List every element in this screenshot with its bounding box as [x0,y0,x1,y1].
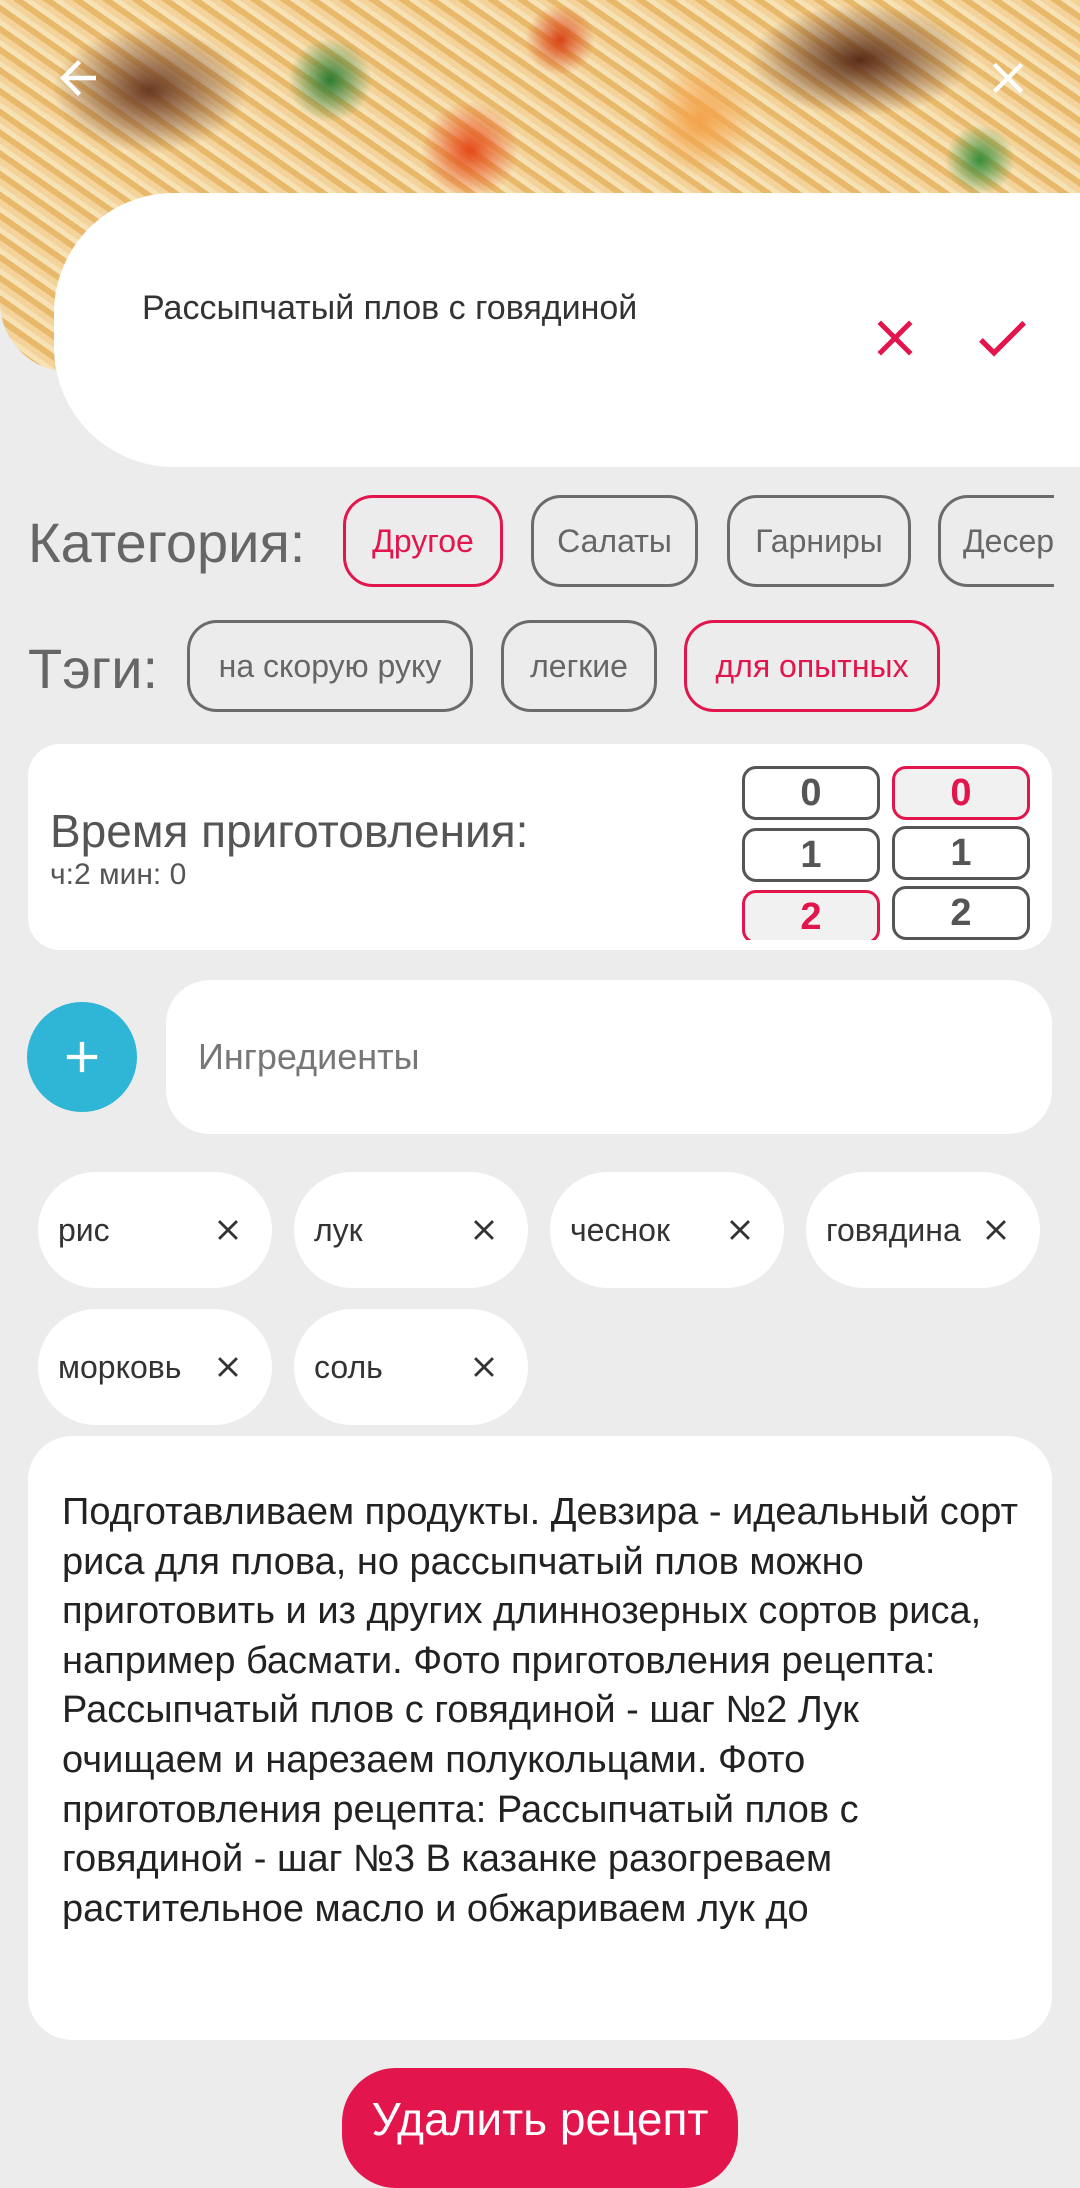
ingredient-input[interactable] [166,980,1052,1134]
close-icon [877,320,913,356]
cancel-title-button[interactable] [862,305,928,371]
ingredient-chip-label: чеснок [570,1211,670,1248]
ingredient-chip: рис [38,1172,272,1288]
close-icon [474,1357,494,1377]
minutes-option[interactable]: 1 [892,826,1030,880]
remove-ingredient-button[interactable] [460,1343,508,1391]
minutes-option[interactable]: 2 [892,886,1030,940]
remove-ingredient-button[interactable] [460,1206,508,1254]
tag-chip-light[interactable]: легкие [501,620,657,712]
tag-chip-experienced[interactable]: для опытных [684,620,940,712]
arrow-left-icon [60,60,96,96]
ingredient-chip: соль [294,1309,528,1425]
category-chip-desserts[interactable]: Десерты [938,495,1054,587]
ingredient-chip: морковь [38,1309,272,1425]
close-icon [986,1220,1006,1240]
remove-ingredient-button[interactable] [204,1206,252,1254]
delete-recipe-button[interactable]: Удалить рецепт [342,2068,738,2188]
remove-ingredient-button[interactable] [204,1343,252,1391]
remove-ingredient-button[interactable] [716,1206,764,1254]
add-ingredient-button[interactable] [27,1002,137,1112]
category-chip-sides[interactable]: Гарниры [727,495,911,587]
close-icon [474,1220,494,1240]
ingredient-chip: чеснок [550,1172,784,1288]
hours-option[interactable]: 0 [742,766,880,820]
category-chip-salads[interactable]: Салаты [531,495,698,587]
description-field[interactable]: Подготавливаем продукты. Девзира - идеал… [28,1436,1052,2040]
ingredient-chip: говядина [806,1172,1040,1288]
ingredient-chip: лук [294,1172,528,1288]
title-card: Рассыпчатый плов с говядиной [54,193,1080,467]
confirm-title-button[interactable] [969,305,1035,371]
cook-time-card: Время приготовления: ч:2 мин: 0 0 1 2 0 … [28,744,1052,950]
minutes-picker[interactable]: 0 1 2 [892,764,1030,940]
hours-option[interactable]: 1 [742,828,880,882]
ingredient-chip-label: говядина [826,1211,961,1248]
close-button[interactable] [978,48,1038,108]
check-icon [979,320,1026,357]
category-chips: Другое Салаты Гарниры Десерты [0,490,1054,600]
close-icon [218,1357,238,1377]
cook-time-title: Время приготовления: [50,805,529,857]
ingredient-chip-label: соль [314,1348,383,1385]
close-icon [730,1220,750,1240]
cook-time-summary: ч:2 мин: 0 [50,858,187,891]
remove-ingredient-button[interactable] [972,1206,1020,1254]
tag-chip-quick[interactable]: на скорую руку [187,620,473,712]
hours-picker[interactable]: 0 1 2 [742,764,880,940]
ingredient-chip-label: морковь [58,1348,182,1385]
minutes-option-selected[interactable]: 0 [892,766,1030,820]
tags-label: Тэги: [28,637,159,700]
close-icon [992,62,1024,94]
ingredient-chip-label: рис [58,1211,110,1248]
plus-icon [66,1041,98,1073]
description-text: Подготавливаем продукты. Девзира - идеал… [62,1491,1018,1930]
ingredient-chip-label: лук [314,1211,363,1248]
close-icon [218,1220,238,1240]
recipe-title-input[interactable]: Рассыпчатый плов с говядиной [142,289,637,328]
category-chip-other[interactable]: Другое [343,495,503,587]
back-button[interactable] [48,48,108,108]
hours-option-selected[interactable]: 2 [742,890,880,940]
